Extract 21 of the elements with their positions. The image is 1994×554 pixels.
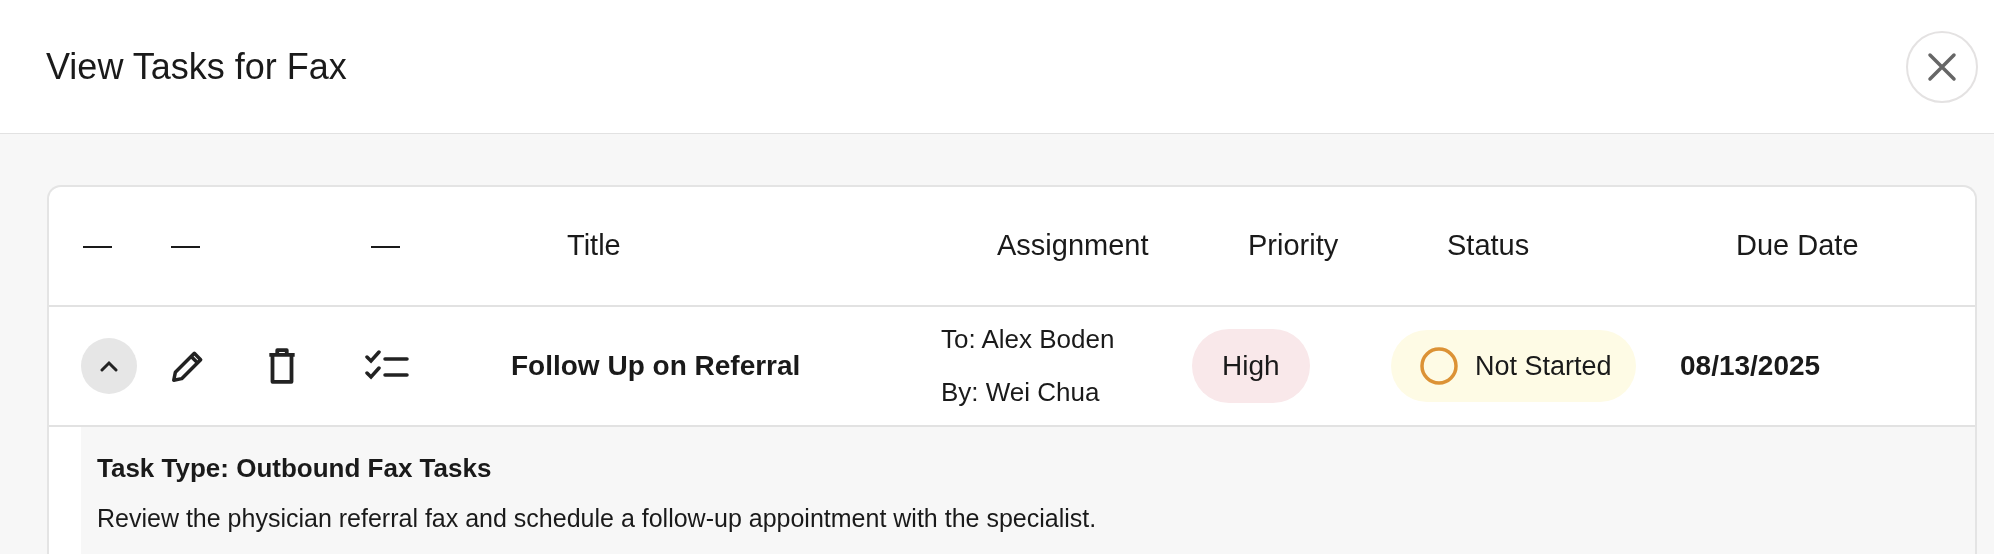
dialog-title: View Tasks for Fax [46, 44, 347, 89]
priority-badge: High [1192, 329, 1310, 403]
column-header: — [371, 229, 400, 262]
close-icon [1927, 51, 1957, 82]
assigned-by: By: Wei Chua [941, 376, 1101, 409]
status-text: Not Started [1475, 349, 1612, 383]
column-header: — [171, 229, 200, 262]
task-type: Task Type: Outbound Fax Tasks [97, 452, 493, 485]
column-header: Assignment [997, 229, 1149, 262]
task-title: Follow Up on Referral [511, 350, 801, 381]
column-header: Status [1447, 229, 1530, 262]
assigned-to: To: Alex Boden [941, 323, 1116, 356]
due-date: 08/13/2025 [1680, 350, 1821, 381]
circle-icon [1419, 346, 1459, 386]
collapse-toggle[interactable] [81, 338, 137, 394]
column-header: — [83, 229, 112, 262]
chevron-icon [100, 360, 118, 372]
column-header: Priority [1248, 229, 1339, 262]
column-header: Title [567, 229, 621, 262]
column-header: Due Date [1736, 229, 1859, 262]
task-description: Review the physician referral fax and schedule a follow-up appointment with the specialist. [97, 503, 1098, 534]
